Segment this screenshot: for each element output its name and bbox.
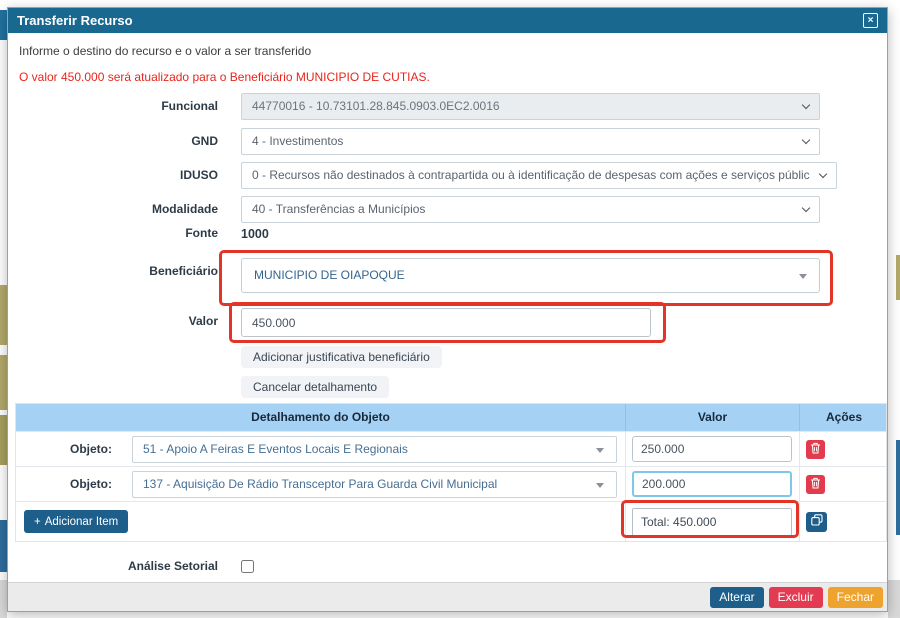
background-artifact	[0, 10, 7, 40]
background-artifact	[888, 580, 900, 618]
modalidade-label: Modalidade	[8, 196, 218, 216]
fonte-value: 1000	[241, 226, 820, 241]
dialog-titlebar: Transferir Recurso ×	[8, 8, 887, 33]
modalidade-value: 40 - Transferências a Municípios	[252, 202, 425, 216]
dialog-subtitle: Informe o destino do recurso e o valor a…	[19, 44, 311, 58]
cancel-detail-button[interactable]: Cancelar detalhamento	[241, 376, 389, 398]
add-item-button[interactable]: + Adicionar Item	[24, 510, 128, 533]
transfer-resource-dialog: Transferir Recurso × Informe o destino d…	[7, 7, 888, 612]
beneficiario-value: MUNICIPIO DE OIAPOQUE	[254, 268, 405, 282]
item-value-input-2[interactable]	[632, 471, 792, 497]
dropdown-arrow-icon	[596, 448, 604, 453]
excluir-button[interactable]: Excluir	[769, 587, 823, 608]
copy-button[interactable]	[806, 512, 827, 532]
dropdown-arrow-icon	[799, 274, 807, 279]
form-row-gnd: GND 4 - Investimentos	[8, 128, 820, 155]
chevron-down-icon	[802, 136, 810, 144]
copy-icon	[811, 514, 823, 529]
close-icon: ×	[868, 15, 874, 26]
table-row: Objeto: 51 - Apoio A Feiras E Eventos Lo…	[16, 431, 886, 466]
iduso-label: IDUSO	[8, 162, 218, 182]
objeto-select-2[interactable]: 137 - Aquisição De Rádio Transceptor Par…	[132, 471, 617, 498]
detail-table: Detalhamento do Objeto Valor Ações Objet…	[15, 403, 887, 542]
funcional-select[interactable]: 44770016 - 10.73101.28.845.0903.0EC2.001…	[241, 93, 820, 120]
trash-icon	[810, 442, 821, 457]
gnd-select[interactable]: 4 - Investimentos	[241, 128, 820, 155]
background-artifact	[0, 355, 7, 410]
form-row-modalidade: Modalidade 40 - Transferências a Municíp…	[8, 196, 820, 223]
plus-icon: +	[34, 516, 41, 528]
analise-setorial-checkbox[interactable]	[241, 560, 254, 573]
table-footer-row: + Adicionar Item Total: 450.000	[16, 501, 886, 541]
valor-label: Valor	[8, 308, 218, 328]
form-row-analise-setorial: Análise Setorial	[8, 559, 820, 578]
iduso-value: 0 - Recursos não destinados à contrapart…	[252, 168, 810, 182]
background-artifact	[0, 285, 7, 345]
beneficiario-label: Beneficiário	[8, 258, 218, 278]
objeto-value-1: 51 - Apoio A Feiras E Eventos Locais E R…	[143, 442, 408, 456]
objeto-value-2: 137 - Aquisição De Rádio Transceptor Par…	[143, 477, 497, 491]
delete-item-button-2[interactable]	[806, 475, 825, 494]
close-button[interactable]: ×	[863, 13, 878, 28]
objeto-label: Objeto:	[16, 477, 112, 491]
background-artifact	[0, 520, 7, 572]
header-detalhamento: Detalhamento do Objeto	[16, 404, 625, 431]
alterar-button[interactable]: Alterar	[710, 587, 763, 608]
item-value-input-1[interactable]	[632, 436, 792, 462]
form-row-valor: Valor	[8, 308, 820, 337]
iduso-select[interactable]: 0 - Recursos não destinados à contrapart…	[241, 162, 837, 189]
gnd-label: GND	[8, 128, 218, 148]
chevron-down-icon	[818, 170, 826, 178]
table-row: Objeto: 137 - Aquisição De Rádio Transce…	[16, 466, 886, 501]
dropdown-arrow-icon	[596, 483, 604, 488]
background-artifact	[896, 255, 900, 300]
fechar-button[interactable]: Fechar	[828, 587, 883, 608]
analise-setorial-label: Análise Setorial	[8, 559, 218, 573]
add-justification-button[interactable]: Adicionar justificativa beneficiário	[241, 346, 442, 368]
chevron-down-icon	[802, 101, 810, 109]
beneficiario-select[interactable]: MUNICIPIO DE OIAPOQUE	[241, 258, 820, 293]
gnd-value: 4 - Investimentos	[252, 134, 343, 148]
form-row-beneficiario: Beneficiário MUNICIPIO DE OIAPOQUE	[8, 258, 820, 293]
header-valor: Valor	[625, 404, 799, 431]
valor-input[interactable]	[241, 308, 651, 337]
fonte-label: Fonte	[8, 226, 218, 240]
detail-table-header: Detalhamento do Objeto Valor Ações	[16, 404, 886, 431]
chevron-down-icon	[802, 204, 810, 212]
warning-message: O valor 450.000 será atualizado para o B…	[19, 70, 430, 84]
form-row-fonte: Fonte 1000	[8, 226, 820, 241]
total-value: Total: 450.000	[632, 508, 792, 536]
background-artifact	[0, 580, 7, 618]
funcional-value: 44770016 - 10.73101.28.845.0903.0EC2.001…	[252, 99, 500, 113]
add-item-label: Adicionar Item	[45, 516, 119, 528]
form-row-funcional: Funcional 44770016 - 10.73101.28.845.090…	[8, 93, 820, 120]
objeto-label: Objeto:	[16, 442, 112, 456]
background-artifact	[896, 440, 900, 535]
dialog-title: Transferir Recurso	[17, 13, 133, 28]
dialog-footer: Alterar Excluir Fechar	[8, 582, 887, 611]
funcional-label: Funcional	[8, 93, 218, 113]
objeto-select-1[interactable]: 51 - Apoio A Feiras E Eventos Locais E R…	[132, 436, 617, 463]
modalidade-select[interactable]: 40 - Transferências a Municípios	[241, 196, 820, 223]
form-row-iduso: IDUSO 0 - Recursos não destinados à cont…	[8, 162, 820, 189]
background-artifact	[0, 415, 7, 465]
delete-item-button-1[interactable]	[806, 440, 825, 459]
header-acoes: Ações	[799, 404, 888, 431]
trash-icon	[810, 477, 821, 492]
